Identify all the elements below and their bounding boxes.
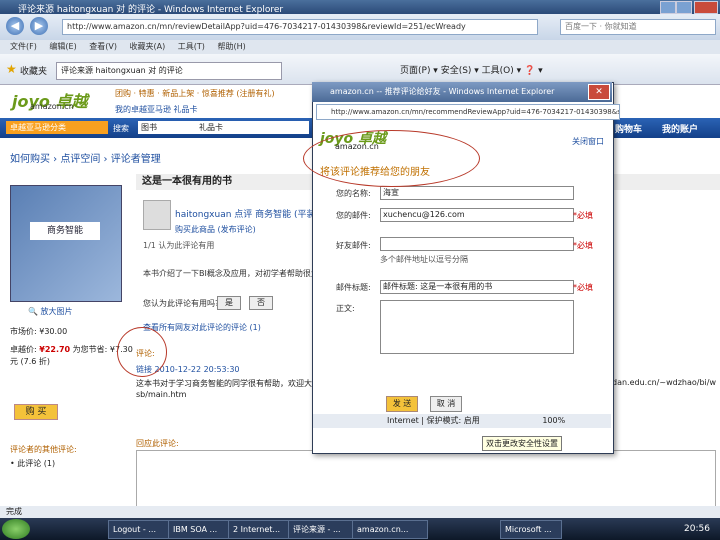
url-input[interactable]: http://www.amazon.cn/mn/reviewDetailApp?… (62, 19, 538, 35)
favorites-star-icon[interactable]: ★ (6, 62, 17, 76)
account-links[interactable]: 我的卓越亚马逊 礼品卡 (115, 104, 198, 115)
other-reviews-label: 评论者的其他评论: (10, 445, 77, 454)
helpful-yes-button[interactable]: 是 (217, 296, 241, 310)
window-titlebar: 评论来源 haitongxuan 对 的评论 - Windows Interne… (0, 0, 720, 15)
required-mark: *必填 (573, 283, 593, 292)
buy-item-link[interactable]: 购买此商品 (发布评论) (175, 224, 256, 235)
amazon-cn-logo: amazon.cn (30, 102, 74, 111)
address-bar: ◀ ▶ http://www.amazon.cn/mn/reviewDetail… (0, 14, 720, 40)
email-label: 您的邮件: (336, 211, 371, 220)
taskbar-item[interactable]: Microsoft ... (500, 520, 562, 539)
maximize-button[interactable] (676, 1, 692, 14)
taskbar-item[interactable]: 2 Internet... (228, 520, 290, 539)
name-label: 您的名称: (336, 189, 371, 198)
annotation-oval-comment (117, 327, 167, 377)
comment-text-url[interactable]: sb/main.htm (136, 390, 186, 399)
favorites-label[interactable]: 收藏夹 (20, 64, 47, 77)
email-field[interactable]: xuchencu@126.com (380, 208, 574, 222)
menu-view[interactable]: 查看(V) (89, 42, 117, 51)
popup-status-bar: Internet | 保护模式: 启用 100% (313, 414, 611, 428)
command-bar[interactable]: 页面(P) ▾ 安全(S) ▾ 工具(O) ▾ ❓ ▾ (400, 63, 543, 76)
status-bar: 完成 (0, 506, 720, 518)
avatar[interactable] (143, 200, 171, 230)
name-field[interactable]: 海宣 (380, 186, 574, 200)
popup-zoom-level[interactable]: 100% (542, 416, 565, 425)
menu-edit[interactable]: 编辑(E) (49, 42, 76, 51)
friend-email-label: 好友邮件: (336, 241, 371, 250)
popup-url: http://www.amazon.cn/mn/recommendReviewA… (316, 104, 620, 120)
required-mark: *必填 (573, 241, 593, 250)
favorites-bar: ★ 收藏夹 评论来源 haitongxuan 对 的评论 页面(P) ▾ 安全(… (0, 54, 720, 85)
clock[interactable]: 20:56 (684, 524, 710, 534)
popup-close-button[interactable]: ✕ (588, 84, 610, 100)
forward-arrow-icon[interactable]: ▶ (30, 17, 48, 35)
friend-email-hint: 多个邮件地址以逗号分隔 (380, 255, 468, 264)
other-reviews-item[interactable]: • 此评论 (1) (10, 458, 55, 469)
all-comments-link[interactable]: 查看所有网友对此评论的评论 (1) (143, 322, 261, 333)
helpful-no-button[interactable]: 否 (249, 296, 273, 310)
discount-text: 元 (7.6 折) (10, 357, 51, 366)
menu-bar: 文件(F) 编辑(E) 查看(V) 收藏夹(A) 工具(T) 帮助(H) (0, 40, 720, 54)
breadcrumb[interactable]: 如何购买 › 点评空间 › 评论者管理 (10, 150, 161, 165)
minimize-button[interactable] (660, 1, 676, 14)
body-textarea[interactable] (380, 300, 574, 354)
subject-label: 邮件标题: (336, 283, 371, 292)
taskbar-item[interactable]: IBM SOA ... (168, 520, 230, 539)
page-tab[interactable]: 评论来源 haitongxuan 对 的评论 (56, 62, 282, 80)
taskbar-item[interactable]: amazon.cn... (352, 520, 428, 539)
buy-button[interactable]: 购 买 (14, 404, 58, 420)
popup-zone-text[interactable]: Internet | 保护模式: 启用 (387, 416, 480, 425)
helpful-question: 您认为此评论有用吗? (143, 299, 220, 308)
reply-label: 回应此评论: (136, 439, 179, 448)
body-label: 正文: (336, 304, 355, 313)
reviewer-line[interactable]: haitongxuan 点评 商务智能 (平装) 到 (175, 207, 331, 220)
list-price: 市场价: ¥30.00 (10, 327, 68, 336)
cancel-button[interactable]: 取 消 (430, 396, 462, 412)
menu-file[interactable]: 文件(F) (10, 42, 37, 51)
zoom-image-link[interactable]: 🔍 放大图片 (28, 306, 73, 317)
our-price-value: ¥22.70 (39, 345, 71, 354)
helpful-count: 1/1 认为此评论有用 (143, 241, 215, 250)
start-button[interactable] (2, 519, 30, 539)
search-label: 搜索 (113, 124, 129, 133)
menu-tools[interactable]: 工具(T) (178, 42, 205, 51)
search-input[interactable]: 百度一下 · 你就知道 (560, 19, 716, 35)
close-button[interactable] (694, 1, 718, 14)
security-tooltip: 双击更改安全性设置 (482, 436, 562, 451)
required-mark: *必填 (573, 211, 593, 220)
search-scope-select[interactable]: 图书 (138, 121, 197, 134)
cart-link[interactable]: 购物车 (615, 122, 642, 135)
reply-textarea[interactable] (136, 450, 716, 510)
category-select[interactable]: 卓越亚马逊分类 (6, 121, 108, 134)
menu-help[interactable]: 帮助(H) (217, 42, 245, 51)
popup-close-link[interactable]: 关闭窗口 (572, 136, 604, 147)
our-price-label: 卓越价: (10, 345, 37, 354)
taskbar-item[interactable]: 评论来源 - ... (288, 520, 354, 539)
menu-favorites[interactable]: 收藏夹(A) (130, 42, 166, 51)
status-text: 完成 (6, 507, 22, 516)
book-cover-title: 商务智能 (30, 222, 100, 240)
comment-url-fragment[interactable]: dan.edu.cn/~wdzhao/bi/w (612, 378, 716, 387)
taskbar-item[interactable]: Logout - ... (108, 520, 170, 539)
account-link[interactable]: 我的账户 (662, 122, 698, 135)
our-price: 卓越价: ¥22.70 为您节省: ¥7.30 (10, 344, 133, 355)
book-cover[interactable] (10, 185, 122, 302)
annotation-oval-heading (303, 130, 480, 187)
back-arrow-icon[interactable]: ◀ (6, 17, 24, 35)
popup-title: amazon.cn -- 推荐评论给好友 - Windows Internet … (330, 87, 555, 96)
promo-links[interactable]: 团购 · 特惠 · 新品上架 · 惊喜推荐 (注册有礼) (115, 88, 275, 99)
send-button[interactable]: 发 送 (386, 396, 418, 412)
friend-email-field[interactable] (380, 237, 574, 251)
popup-titlebar: amazon.cn -- 推荐评论给好友 - Windows Internet … (312, 82, 612, 102)
subject-field[interactable]: 邮件标题: 这是一本很有用的书 (380, 280, 574, 294)
site-search-input[interactable]: 礼品卡 (196, 121, 309, 134)
